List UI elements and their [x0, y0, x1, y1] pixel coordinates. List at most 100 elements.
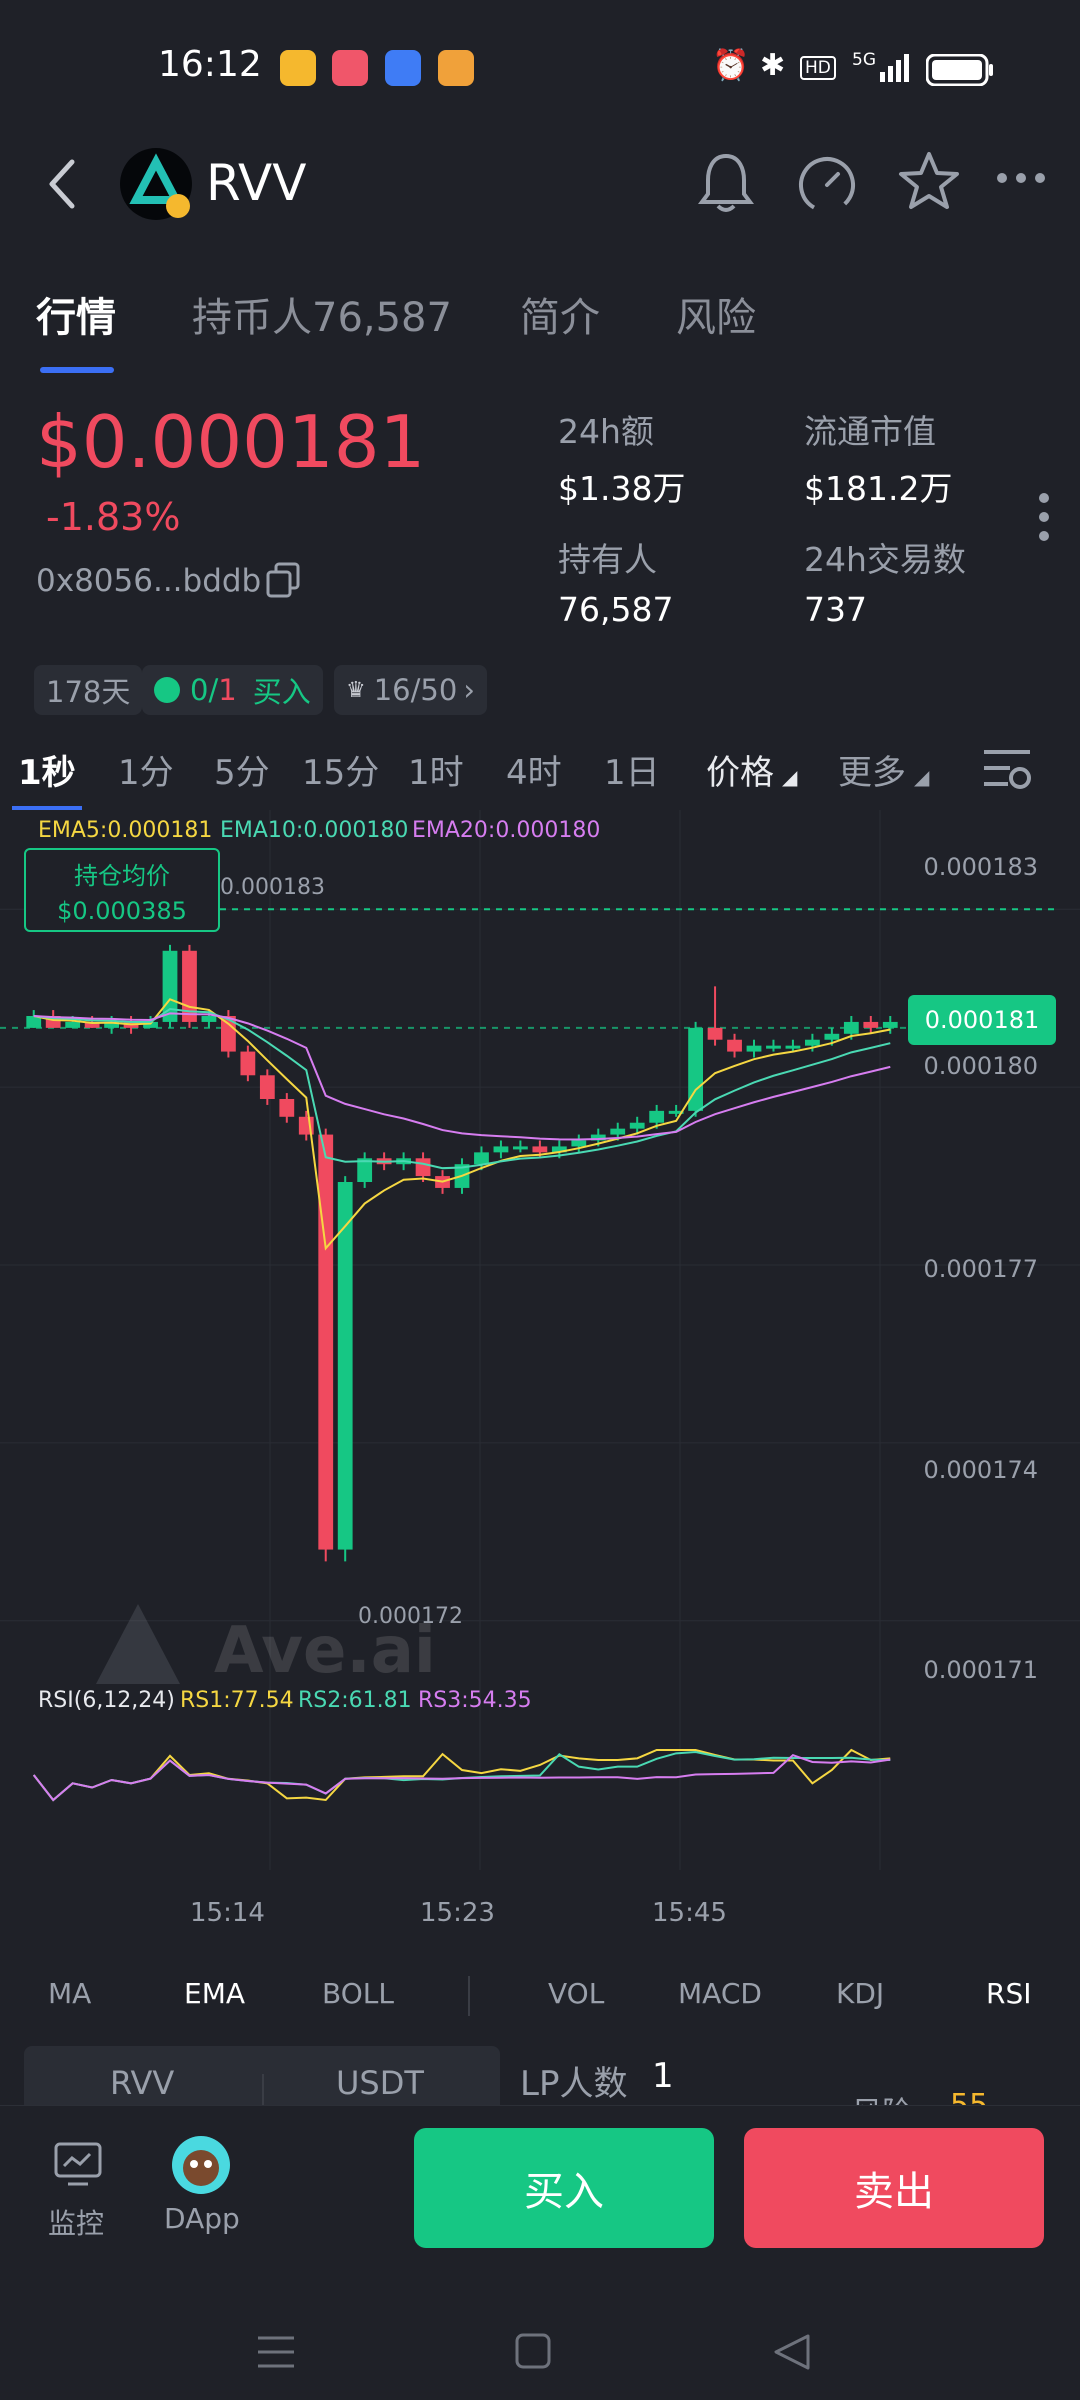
candle-body: [882, 1021, 898, 1028]
contract-address: 0x8056...bddb: [36, 563, 262, 599]
indicator-vol[interactable]: VOL: [548, 1977, 604, 2010]
buy-count-chip[interactable]: 0/ 1 买入: [142, 665, 323, 715]
timeframe-1h[interactable]: 1时: [408, 745, 464, 794]
dapp-label[interactable]: DApp: [164, 2202, 240, 2235]
y-tick-label: 0.000171: [923, 1656, 1038, 1684]
money-bag-icon: [154, 677, 180, 703]
active-tab-indicator: [40, 367, 114, 373]
dapp-icon[interactable]: [170, 2134, 232, 2196]
ema5-legend: EMA5:0.000181: [38, 818, 213, 843]
buy-button[interactable]: 买入: [414, 2128, 714, 2248]
top-holders-text: 16/50: [373, 673, 458, 707]
ema10-line: [33, 1008, 891, 1170]
system-nav-bar: [0, 2290, 1080, 2400]
watermark-text: Ave.ai: [214, 1614, 436, 1688]
favorite-star-icon[interactable]: [898, 150, 960, 212]
dropdown-caret-icon: ◢: [782, 765, 798, 789]
back-nav-icon[interactable]: [770, 2330, 814, 2374]
candle-body: [824, 1033, 840, 1040]
indicator-boll[interactable]: BOLL: [322, 1977, 394, 2010]
alarm-icon: ⏰: [712, 48, 750, 83]
candle-body: [805, 1039, 820, 1046]
candle-body: [337, 1182, 353, 1550]
candle-body: [532, 1146, 548, 1153]
price-change: -1.83%: [46, 495, 181, 539]
bell-icon[interactable]: [698, 150, 754, 214]
tab-risk[interactable]: 风险: [676, 285, 756, 343]
x-tick-label: 15:45: [652, 1898, 727, 1928]
candle-body: [279, 1099, 295, 1117]
monitor-icon[interactable]: [54, 2142, 102, 2186]
indicator-kdj[interactable]: KDJ: [836, 1977, 884, 2010]
tx-count-label: 24h交易数: [804, 540, 966, 579]
ema5-line: [33, 998, 891, 1251]
candle-body: [259, 1075, 275, 1099]
recents-icon[interactable]: [256, 2332, 296, 2372]
price-mode-dropdown[interactable]: 价格 ◢: [706, 745, 797, 794]
timeframe-15m[interactable]: 15分: [302, 745, 379, 794]
ema10-legend: EMA10:0.000180: [220, 818, 409, 843]
timeframe-1s[interactable]: 1秒: [18, 745, 76, 794]
tab-market[interactable]: 行情: [36, 285, 116, 343]
age-chip[interactable]: 178天: [34, 665, 143, 715]
indicator-rsi[interactable]: RSI: [986, 1977, 1032, 2010]
candle-body: [649, 1110, 665, 1123]
pair-b[interactable]: USDT: [336, 2064, 424, 2102]
hd-icon: HD: [800, 56, 836, 80]
candle-body: [785, 1045, 801, 1049]
ema20-legend: EMA20:0.000180: [412, 818, 601, 843]
candle-body: [610, 1128, 626, 1135]
tab-bar: 行情 持币人76,587 简介 风险: [0, 275, 1080, 385]
chevron-right-icon: ›: [463, 673, 475, 707]
monitor-label[interactable]: 监控: [48, 2202, 104, 2242]
home-icon[interactable]: [514, 2332, 554, 2372]
tab-intro[interactable]: 简介: [520, 285, 600, 343]
status-time: 16:12: [158, 44, 262, 85]
token-title: RVV: [206, 154, 307, 212]
timeframe-4h[interactable]: 4时: [506, 745, 562, 794]
indicator-ema[interactable]: EMA: [184, 1977, 245, 2010]
timeframe-5m[interactable]: 5分: [214, 745, 270, 794]
indicator-ma[interactable]: MA: [48, 1977, 91, 2010]
buy-count-num: 1: [218, 673, 237, 707]
holders-label: 持有人: [558, 540, 657, 579]
x-tick-label: 15:14: [190, 1898, 265, 1928]
candle-body: [65, 1021, 81, 1028]
ref-line-label: 0.000183: [220, 875, 325, 900]
app-notification-icon: [280, 50, 316, 86]
position-label: 持仓均价: [74, 862, 170, 890]
y-tick-label: 0.000183: [923, 853, 1038, 881]
more-menu-icon[interactable]: [996, 170, 1046, 186]
more-timeframes-dropdown[interactable]: 更多 ◢: [838, 745, 929, 794]
market-cap-value: $181.2万: [804, 469, 953, 508]
current-price-tag: 0.000181: [908, 995, 1056, 1045]
timeframe-1m[interactable]: 1分: [118, 745, 174, 794]
candle-body: [513, 1146, 528, 1150]
copy-icon[interactable]: [264, 560, 304, 600]
pair-a[interactable]: RVV: [110, 2064, 174, 2102]
timeframe-1d[interactable]: 1日: [604, 745, 660, 794]
gauge-icon[interactable]: [796, 152, 858, 214]
candle-body: [571, 1140, 587, 1147]
chart-settings-icon[interactable]: [982, 744, 1034, 794]
holders-value: 76,587: [558, 590, 674, 629]
candle-body: [843, 1021, 859, 1034]
sell-button[interactable]: 卖出: [744, 2128, 1044, 2248]
buy-label: 买入: [252, 675, 311, 709]
candle-body: [766, 1045, 781, 1049]
price-chart[interactable]: [0, 810, 1080, 1890]
candle-body: [240, 1051, 256, 1076]
top-holders-chip[interactable]: ♛ 16/50 ›: [334, 665, 487, 715]
rsi3-line: [32, 1753, 891, 1802]
video-app-icon: [332, 50, 368, 86]
rsi1-line: [32, 1748, 891, 1802]
tab-holders[interactable]: 持币人76,587: [192, 285, 452, 343]
candle-body: [629, 1122, 645, 1129]
position-avg-tooltip: 持仓均价 $0.000385: [24, 848, 220, 932]
crown-icon: ♛: [346, 677, 366, 703]
back-icon[interactable]: [44, 156, 80, 212]
candle-body: [727, 1039, 742, 1052]
vertical-more-icon[interactable]: [1038, 492, 1050, 542]
candle-body: [474, 1152, 489, 1165]
indicator-macd[interactable]: MACD: [678, 1977, 762, 2010]
